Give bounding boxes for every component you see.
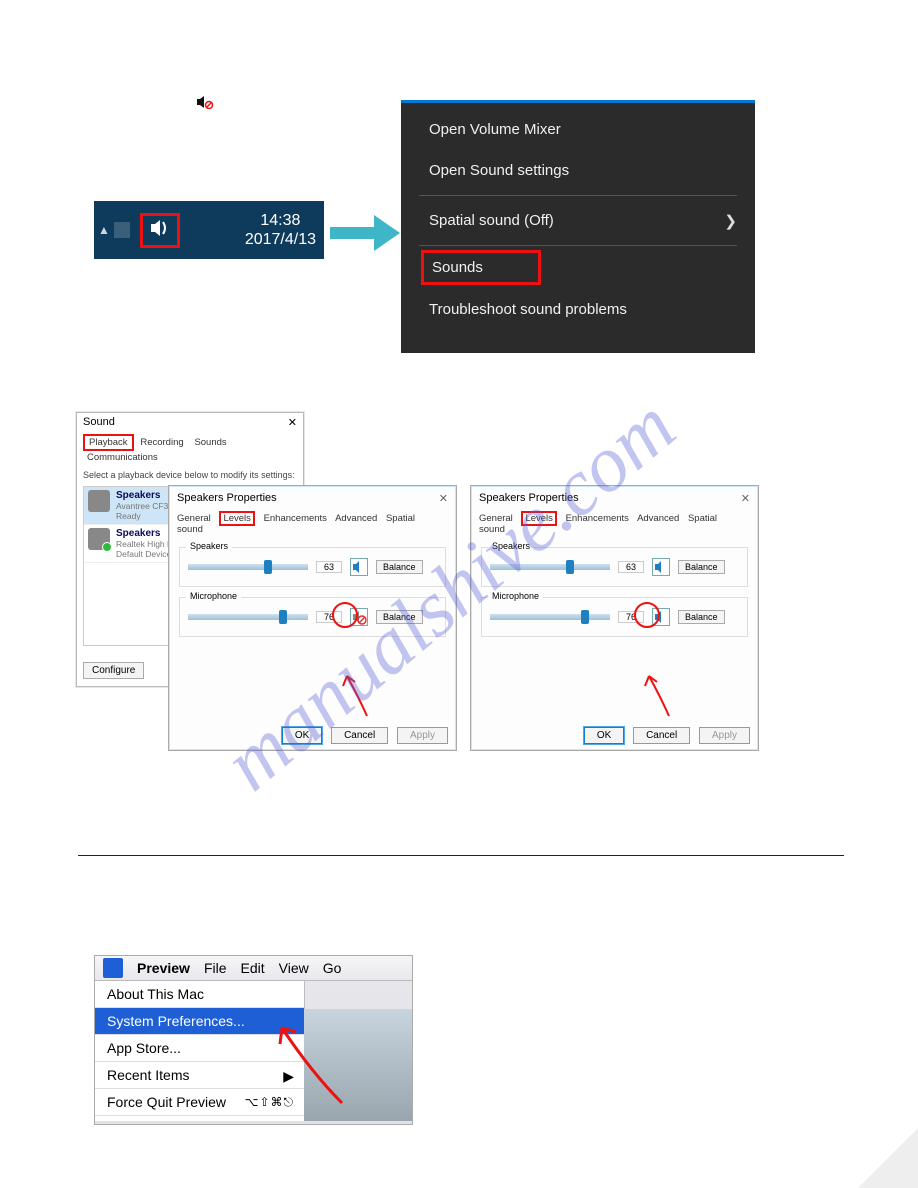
close-icon[interactable]: ✕ bbox=[288, 416, 297, 429]
microphone-label: Microphone bbox=[186, 591, 241, 601]
menu-force-quit-label: Force Quit Preview bbox=[107, 1094, 226, 1110]
speakers-group: Speakers 63 Balance bbox=[179, 547, 446, 587]
speakers-label: Speakers bbox=[186, 541, 232, 551]
arrow-callout-icon bbox=[639, 668, 679, 721]
cancel-button[interactable]: Cancel bbox=[633, 727, 690, 744]
mac-menubar: Preview File Edit View Go bbox=[95, 956, 412, 981]
section-divider bbox=[78, 855, 844, 856]
speakers-balance-button[interactable]: Balance bbox=[678, 560, 725, 574]
menubar-file[interactable]: File bbox=[204, 960, 227, 976]
tab-advanced[interactable]: Advanced bbox=[335, 513, 377, 524]
speakers-slider[interactable] bbox=[188, 564, 308, 570]
menubar-go[interactable]: Go bbox=[323, 960, 342, 976]
clock-time: 14:38 bbox=[245, 211, 316, 230]
microphone-group: Microphone 76 Balance bbox=[179, 597, 446, 637]
menu-open-volume-mixer[interactable]: Open Volume Mixer bbox=[401, 109, 755, 150]
microphone-group: Microphone 76 Balance bbox=[481, 597, 748, 637]
apply-button[interactable]: Apply bbox=[699, 727, 750, 744]
menu-separator bbox=[419, 245, 737, 246]
microphone-label: Microphone bbox=[488, 591, 543, 601]
microphone-balance-button[interactable]: Balance bbox=[376, 610, 423, 624]
menu-separator bbox=[419, 195, 737, 196]
menu-recent-items-label: Recent Items bbox=[107, 1067, 189, 1083]
menu-about-this-mac[interactable]: About This Mac bbox=[95, 981, 304, 1008]
tray-speaker-icon[interactable] bbox=[140, 213, 180, 248]
apple-menu-icon[interactable] bbox=[103, 958, 123, 978]
menu-troubleshoot[interactable]: Troubleshoot sound problems bbox=[401, 289, 755, 330]
tab-enhancements[interactable]: Enhancements bbox=[264, 513, 327, 524]
close-icon[interactable]: ✕ bbox=[439, 492, 448, 505]
tab-levels[interactable]: Levels bbox=[219, 511, 254, 526]
mac-menubar-screenshot: Preview File Edit View Go About This Mac… bbox=[94, 955, 413, 1125]
highlight-circle bbox=[634, 602, 660, 628]
speakers-value: 63 bbox=[316, 561, 342, 573]
chevron-right-icon: ❯ bbox=[724, 212, 737, 230]
menubar-app-name[interactable]: Preview bbox=[137, 960, 190, 976]
speakers-mute-icon[interactable] bbox=[652, 558, 670, 576]
page-corner-fold bbox=[858, 1128, 918, 1188]
tab-general[interactable]: General bbox=[479, 513, 513, 524]
menu-spatial-sound[interactable]: Spatial sound (Off) ❯ bbox=[401, 200, 755, 241]
highlight-circle bbox=[332, 602, 358, 628]
sprop-tabs: General Levels Enhancements Advanced Spa… bbox=[169, 511, 456, 537]
microphone-balance-button[interactable]: Balance bbox=[678, 610, 725, 624]
configure-button[interactable]: Configure bbox=[83, 662, 144, 679]
tab-recording[interactable]: Recording bbox=[136, 436, 187, 449]
tab-communications[interactable]: Communications bbox=[83, 451, 162, 464]
tab-advanced[interactable]: Advanced bbox=[637, 513, 679, 524]
speakers-properties-window: Speakers Properties ✕ General Levels Enh… bbox=[470, 485, 759, 751]
speaker-muted-icon bbox=[196, 95, 214, 114]
speakers-mute-icon[interactable] bbox=[350, 558, 368, 576]
speakers-properties-window: Speakers Properties ✕ General Levels Enh… bbox=[168, 485, 457, 751]
tab-enhancements[interactable]: Enhancements bbox=[566, 513, 629, 524]
sound-hint: Select a playback device below to modify… bbox=[77, 466, 303, 484]
clock-date: 2017/4/13 bbox=[245, 230, 316, 249]
tray-app-icon[interactable] bbox=[114, 222, 130, 238]
speaker-device-icon bbox=[88, 490, 110, 512]
microphone-slider[interactable] bbox=[490, 614, 610, 620]
speakers-value: 63 bbox=[618, 561, 644, 573]
speaker-device-icon bbox=[88, 528, 110, 550]
tab-playback[interactable]: Playback bbox=[83, 434, 134, 451]
ok-button[interactable]: OK bbox=[282, 727, 322, 744]
speakers-label: Speakers bbox=[488, 541, 534, 551]
default-check-icon bbox=[102, 542, 112, 552]
tab-general[interactable]: General bbox=[177, 513, 211, 524]
apply-button[interactable]: Apply bbox=[397, 727, 448, 744]
menu-open-sound-settings[interactable]: Open Sound settings bbox=[401, 150, 755, 191]
speakers-balance-button[interactable]: Balance bbox=[376, 560, 423, 574]
sound-context-menu: Open Volume Mixer Open Sound settings Sp… bbox=[401, 100, 755, 353]
speakers-properties-title: Speakers Properties bbox=[177, 492, 277, 505]
sound-tabs: Playback Recording Sounds Communications bbox=[77, 432, 303, 466]
sprop-tabs: General Levels Enhancements Advanced Spa… bbox=[471, 511, 758, 537]
microphone-slider[interactable] bbox=[188, 614, 308, 620]
tray-clock[interactable]: 14:38 2017/4/13 bbox=[245, 211, 324, 249]
sound-window-title: Sound bbox=[83, 416, 115, 429]
menubar-view[interactable]: View bbox=[279, 960, 309, 976]
menubar-edit[interactable]: Edit bbox=[241, 960, 265, 976]
tray-show-hidden-icon[interactable]: ▲ bbox=[98, 223, 110, 237]
tab-levels[interactable]: Levels bbox=[521, 511, 556, 526]
cancel-button[interactable]: Cancel bbox=[331, 727, 388, 744]
menu-sounds[interactable]: Sounds bbox=[421, 250, 541, 285]
arrow-callout-icon bbox=[272, 1018, 352, 1113]
ok-button[interactable]: OK bbox=[584, 727, 624, 744]
menu-spatial-sound-label: Spatial sound (Off) bbox=[429, 212, 554, 229]
speakers-properties-title: Speakers Properties bbox=[479, 492, 579, 505]
speakers-group: Speakers 63 Balance bbox=[481, 547, 748, 587]
tab-sounds[interactable]: Sounds bbox=[190, 436, 230, 449]
arrow-callout-icon bbox=[337, 668, 377, 721]
windows-taskbar: ▲ 14:38 2017/4/13 bbox=[94, 201, 324, 259]
close-icon[interactable]: ✕ bbox=[741, 492, 750, 505]
arrow-right-icon bbox=[330, 215, 400, 256]
speakers-slider[interactable] bbox=[490, 564, 610, 570]
